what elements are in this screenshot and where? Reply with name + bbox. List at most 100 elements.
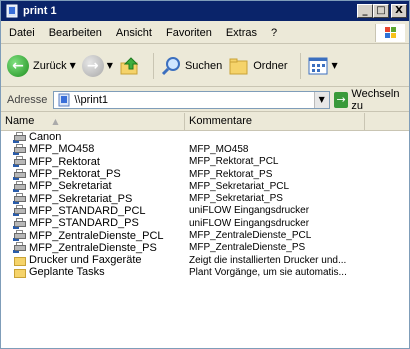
up-folder-icon [120, 56, 139, 74]
list-item-name-cell: MFP_Sekretariat_PS [1, 193, 185, 205]
menu-extras[interactable]: Extras [219, 27, 264, 39]
sort-ascending-icon: ▲ [52, 117, 59, 126]
network-printer-icon [13, 230, 27, 242]
list-item-name-cell: MFP_STANDARD_PCL [1, 205, 185, 217]
list-item-comment: uniFLOW Eingangsdrucker [189, 217, 310, 229]
toolbar-separator [299, 52, 301, 79]
views-icon [308, 57, 327, 74]
scheduled-tasks-folder-icon [13, 267, 27, 278]
chevron-down-icon[interactable]: ▼ [107, 61, 113, 70]
list-item-name: MFP_STANDARD_PS [29, 217, 139, 230]
list-item-comment: uniFLOW Eingangsdrucker [189, 205, 310, 217]
window-title: print 1 [23, 5, 57, 17]
list-item-comment: Plant Vorgänge, um sie automatis... [189, 266, 347, 278]
network-printer-icon [13, 168, 27, 180]
list-item[interactable]: MFP_Sekretariat MFP_Sekretariat_PCL [1, 180, 409, 192]
network-printer-icon [13, 156, 27, 168]
list-item-comment: MFP_ZentraleDienste_PS [189, 242, 306, 254]
list-item-name: MFP_Rektorat_PS [29, 168, 121, 181]
list-item-name: MFP_ZentraleDienste_PCL [29, 229, 164, 242]
list-item-comment: Zeigt die installierten Drucker und... [189, 254, 347, 266]
list-item[interactable]: MFP_Sekretariat_PS MFP_Sekretariat_PS [1, 192, 409, 205]
forward-arrow-icon: → [81, 54, 104, 77]
search-button[interactable]: Suchen [160, 55, 222, 77]
close-button[interactable]: X [391, 4, 407, 18]
title-bar[interactable]: print 1 _ □ X [1, 1, 409, 21]
list-item[interactable]: MFP_STANDARD_PS uniFLOW Eingangsdrucker [1, 217, 409, 229]
column-header-row: Name ▲ Kommentare [1, 113, 409, 131]
list-item-name-cell: Drucker und Faxgeräte [1, 254, 185, 266]
list-item[interactable]: MFP_ZentraleDienste_PCL MFP_ZentraleDiens… [1, 229, 409, 242]
rows-container: Canon MFP_MO458 MFP_MO458 MFP_Rektorat MFP_R… [1, 131, 409, 279]
list-item-name-cell: MFP_ZentraleDienste_PS [1, 242, 185, 254]
go-label: Wechseln zu [351, 87, 400, 112]
network-printer-icon [13, 180, 27, 192]
forward-button[interactable]: → ▼ [81, 54, 113, 77]
list-item-name-cell: MFP_Rektorat [1, 156, 185, 168]
network-printer-icon [13, 205, 27, 217]
back-label: Zurück [33, 59, 67, 72]
up-folder-button[interactable] [119, 55, 141, 77]
toolbar-separator [152, 52, 154, 79]
menu-ansicht[interactable]: Ansicht [109, 27, 159, 39]
network-printer-icon [13, 193, 27, 205]
printer-window-icon [5, 4, 19, 18]
folders-icon [229, 58, 248, 74]
list-item[interactable]: Canon [1, 131, 409, 143]
chevron-down-icon[interactable]: ▼ [313, 91, 329, 108]
file-list: Name ▲ Kommentare Canon MFP_MO458 MFP_MO45… [1, 113, 409, 348]
list-item-name-cell: Canon [1, 131, 185, 143]
add-printer-icon [13, 131, 27, 143]
list-item-name: MFP_Rektorat [29, 155, 100, 168]
network-computer-icon [58, 93, 70, 106]
back-button[interactable]: ← Zurück ▼ [7, 54, 76, 77]
maximize-button[interactable]: □ [373, 4, 389, 18]
explorer-window: print 1 _ □ X Datei Bearbeiten Ansicht F… [0, 0, 410, 349]
address-bar: Adresse \\print1 ▼ → Wechseln zu [1, 88, 409, 112]
column-header-comment[interactable]: Kommentare [185, 113, 365, 130]
list-item[interactable]: MFP_MO458 MFP_MO458 [1, 143, 409, 155]
list-item[interactable]: MFP_ZentraleDienste_PS MFP_ZentraleDienst… [1, 242, 409, 254]
minimize-button[interactable]: _ [357, 4, 373, 18]
list-item[interactable]: MFP_Rektorat MFP_Rektorat_PCL [1, 156, 409, 168]
list-item-comment: MFP_Sekretariat_PS [189, 193, 283, 205]
list-item-name: MFP_Sekretariat [29, 180, 112, 193]
list-item-comment: MFP_Rektorat_PS [189, 168, 273, 180]
list-item-comment: MFP_ZentraleDienste_PCL [189, 230, 312, 242]
list-item-name: MFP_ZentraleDienste_PS [29, 241, 157, 254]
menu-favoriten[interactable]: Favoriten [159, 27, 219, 39]
list-item-name-cell: MFP_MO458 [1, 143, 185, 155]
list-item-name: Canon [29, 131, 62, 144]
list-item[interactable]: MFP_STANDARD_PCL uniFLOW Eingangsdrucker [1, 205, 409, 217]
go-button[interactable]: → Wechseln zu [333, 87, 409, 112]
list-item-name: Drucker und Faxgeräte [29, 254, 142, 267]
menu-datei[interactable]: Datei [1, 27, 42, 39]
folders-button[interactable]: Ordner [228, 55, 288, 77]
list-item[interactable]: MFP_Rektorat_PS MFP_Rektorat_PS [1, 168, 409, 180]
list-item-name-cell: Geplante Tasks [1, 266, 185, 278]
menu-bearbeiten[interactable]: Bearbeiten [42, 27, 109, 39]
views-button[interactable]: ▼ [307, 55, 338, 77]
list-item-name: MFP_MO458 [29, 143, 95, 156]
list-item-name-cell: MFP_Sekretariat [1, 180, 185, 192]
network-printer-icon [13, 217, 27, 229]
list-item[interactable]: Geplante Tasks Plant Vorgänge, um sie aut… [1, 266, 409, 278]
list-item[interactable]: Drucker und Faxgeräte Zeigt die installie… [1, 254, 409, 266]
list-item-name: Geplante Tasks [29, 266, 105, 279]
chevron-down-icon[interactable]: ▼ [332, 61, 338, 70]
address-field[interactable]: \\print1 ▼ [53, 90, 330, 109]
chevron-down-icon[interactable]: ▼ [70, 61, 76, 70]
network-printer-icon [13, 143, 27, 155]
column-header-name[interactable]: Name ▲ [1, 113, 185, 130]
menu-bar: Datei Bearbeiten Ansicht Favoriten Extra… [1, 22, 409, 44]
search-icon [161, 56, 180, 75]
column-header-name-label: Name [5, 115, 35, 127]
list-item-name: MFP_Sekretariat_PS [29, 192, 133, 205]
windows-logo-icon [375, 24, 405, 42]
back-arrow-icon: ← [7, 54, 29, 77]
network-printer-icon [13, 242, 27, 254]
printers-folder-icon [13, 255, 27, 266]
list-item-name-cell: MFP_Rektorat_PS [1, 168, 185, 180]
search-label: Suchen [184, 59, 223, 72]
menu-help[interactable]: ? [264, 27, 284, 39]
